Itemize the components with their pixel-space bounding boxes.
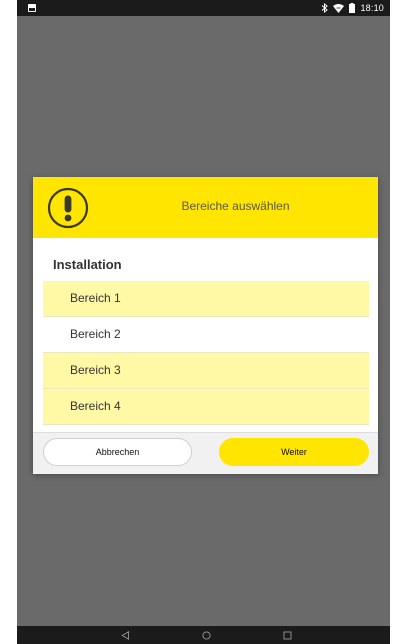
bluetooth-icon	[322, 3, 329, 13]
notification-icon	[28, 4, 36, 12]
back-icon[interactable]	[118, 629, 132, 641]
list-item-label: Bereich 2	[70, 327, 121, 341]
list-item-bereich-2[interactable]: Bereich 2	[43, 317, 369, 353]
section-title: Installation	[53, 257, 122, 272]
list-item-bereich-3[interactable]: Bereich 3	[43, 353, 369, 389]
dialog-footer: Abbrechen Weiter	[33, 432, 378, 474]
list-item-label: Bereich 1	[70, 291, 121, 305]
home-icon[interactable]	[199, 629, 213, 641]
dialog-header: Bereiche auswählen	[33, 177, 378, 238]
recents-icon[interactable]	[280, 629, 294, 641]
list-item-label: Bereich 4	[70, 399, 121, 413]
select-areas-dialog: Bereiche auswählen Installation Bereich …	[33, 177, 378, 474]
navigation-bar	[17, 626, 390, 644]
cancel-button[interactable]: Abbrechen	[43, 438, 192, 466]
warning-icon	[47, 187, 89, 229]
status-time: 18:10	[360, 3, 384, 13]
next-button[interactable]: Weiter	[219, 438, 369, 466]
area-list: Bereich 1 Bereich 2 Bereich 3 Bereich 4	[43, 281, 369, 425]
wifi-icon	[333, 3, 345, 13]
status-icons: 18:10	[321, 2, 384, 14]
dialog-title: Bereiche auswählen	[181, 199, 290, 213]
list-item-label: Bereich 3	[70, 363, 121, 377]
status-bar: 18:10	[17, 0, 390, 16]
battery-icon	[349, 3, 356, 13]
screen: 18:10 Bereiche auswählen Installation Be…	[17, 0, 390, 644]
list-item-bereich-4[interactable]: Bereich 4	[43, 389, 369, 425]
list-item-bereich-1[interactable]: Bereich 1	[43, 281, 369, 317]
